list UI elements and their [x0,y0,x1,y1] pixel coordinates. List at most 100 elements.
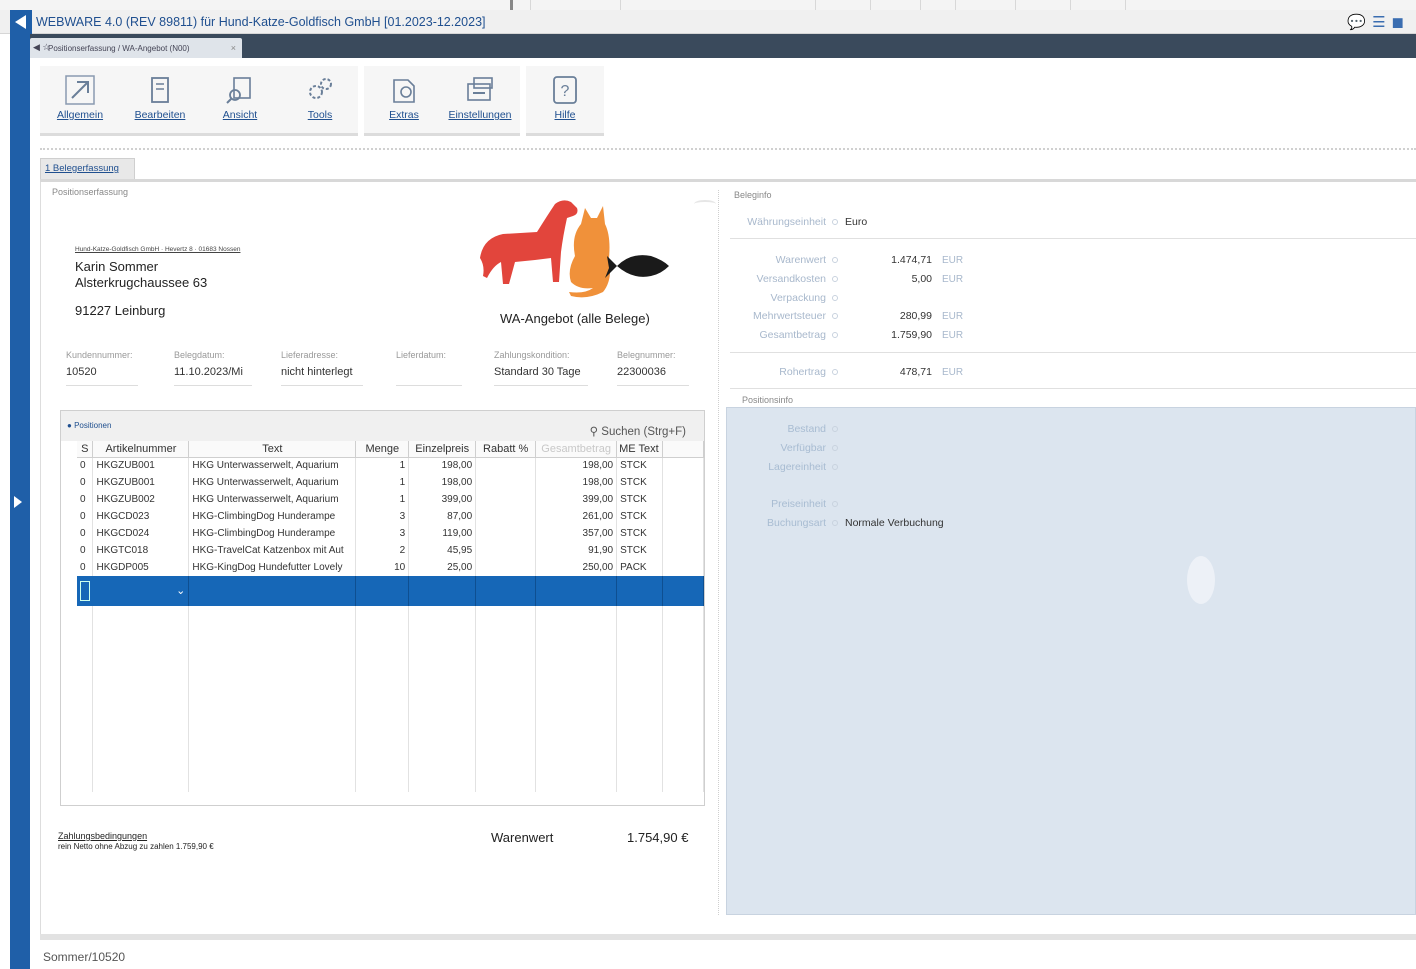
cell-gesamt[interactable]: 399,00 [535,491,618,508]
cell-me[interactable]: STCK [616,525,664,542]
table-row[interactable]: 0 HKGCD023 HKG-ClimbingDog Hunderampe 3 87,0… [77,508,704,525]
cell-rabatt[interactable] [475,559,537,576]
cell-gesamt[interactable]: 250,00 [535,559,618,576]
cell-preis[interactable]: 25,00 [408,559,477,576]
cell-rabatt[interactable] [475,542,537,559]
cell-me[interactable]: STCK [616,542,664,559]
cell-s[interactable]: 0 [77,525,94,542]
cell-preis[interactable]: 119,00 [408,525,477,542]
cell-rabatt[interactable] [475,474,537,491]
allgemein-button[interactable]: Allgemein [40,66,120,136]
cell-me[interactable]: STCK [616,474,664,491]
belegnummer-field[interactable]: Belegnummer: 22300036 [617,350,689,386]
cell-preis[interactable]: 198,00 [408,457,477,474]
new-entry-cell[interactable] [662,576,704,606]
col-header-text[interactable]: Text [188,441,357,458]
cell-rabatt[interactable] [475,457,537,474]
cell-gesamt[interactable]: 198,00 [535,474,618,491]
list-icon[interactable]: ☰ [1372,14,1391,31]
new-entry-row[interactable]: ⌄ [77,576,704,606]
collapse-handle[interactable] [694,200,716,208]
col-header-artikelnummer[interactable]: Artikelnummer [92,441,190,458]
table-row[interactable]: 0 HKGTC018 HKG-TravelCat Katzenbox mit Aut… [77,542,704,559]
cell-text[interactable]: HKG-ClimbingDog Hunderampe [188,525,357,542]
cell-me[interactable]: STCK [616,457,664,474]
tools-button[interactable]: Tools [280,66,360,136]
cell-me[interactable]: STCK [616,491,664,508]
belegdatum-field[interactable]: Belegdatum: 11.10.2023/Mi [174,350,252,386]
cell-s[interactable]: 0 [77,491,94,508]
table-row[interactable]: 0 HKGZUB002 HKG Unterwasserwelt, Aquarium 1… [77,491,704,508]
new-entry-cell[interactable] [355,576,410,606]
artikelnummer-input[interactable]: ⌄ [77,576,190,606]
table-row[interactable]: 0 HKGZUB001 HKG Unterwasserwelt, Aquarium 1… [77,474,704,491]
tab-belegerfassung[interactable]: 1 Belegerfassung [40,158,135,180]
cell-menge[interactable]: 1 [355,491,410,508]
cell-menge[interactable]: 10 [355,559,410,576]
col-header-me-text[interactable]: ME Text [616,441,664,458]
col-header-rabatt[interactable]: Rabatt % [475,441,537,458]
cell-me[interactable]: PACK [616,559,664,576]
extras-button[interactable]: Extras [364,66,444,136]
cell-text[interactable]: HKG-TravelCat Katzenbox mit Aut [188,542,357,559]
cell-rabatt[interactable] [475,508,537,525]
cell-text[interactable]: HKG Unterwasserwelt, Aquarium [188,457,357,474]
cell-rabatt[interactable] [475,525,537,542]
close-icon[interactable]: × [231,43,236,53]
cell-text[interactable]: HKG Unterwasserwelt, Aquarium [188,474,357,491]
cell-gesamt[interactable]: 261,00 [535,508,618,525]
cell-menge[interactable]: 1 [355,474,410,491]
back-button[interactable] [10,10,32,34]
cell-art[interactable]: HKGCD023 [92,508,190,525]
cell-s[interactable]: 0 [77,542,94,559]
text-cursor[interactable] [80,581,90,601]
chat-icon[interactable]: 💬 [1347,14,1372,31]
cell-gesamt[interactable]: 198,00 [535,457,618,474]
cell-rabatt[interactable] [475,491,537,508]
cell-gesamt[interactable]: 91,90 [535,542,618,559]
einstellungen-button[interactable]: Einstellungen [440,66,520,136]
table-row[interactable]: 0 HKGDP005 HKG-KingDog Hundefutter Lovely 1… [77,559,704,576]
cell-art[interactable]: HKGTC018 [92,542,190,559]
col-header-s[interactable]: S [77,441,94,458]
ansicht-button[interactable]: Ansicht [200,66,280,136]
cell-art[interactable]: HKGZUB002 [92,491,190,508]
cell-preis[interactable]: 198,00 [408,474,477,491]
cell-s[interactable]: 0 [77,508,94,525]
new-entry-cell[interactable] [616,576,664,606]
cell-menge[interactable]: 3 [355,508,410,525]
cell-me[interactable]: STCK [616,508,664,525]
zahlungsbedingungen-link[interactable]: Zahlungsbedingungen [58,831,147,841]
cell-art[interactable]: HKGCD024 [92,525,190,542]
cell-art[interactable]: HKGZUB001 [92,474,190,491]
cell-s[interactable]: 0 [77,457,94,474]
chevron-down-icon[interactable]: ⌄ [176,584,185,597]
cell-s[interactable]: 0 [77,474,94,491]
panel-separator[interactable] [718,190,719,915]
tab-arrow-icon[interactable]: ◀ ☆ [33,42,51,53]
cell-s[interactable]: 0 [77,559,94,576]
col-header-menge[interactable]: Menge [355,441,410,458]
window-icon[interactable]: ◼ [1392,14,1410,31]
expand-arrow-icon[interactable] [14,496,22,508]
bearbeiten-button[interactable]: Bearbeiten [120,66,200,136]
lieferadresse-field[interactable]: Lieferadresse: nicht hinterlegt [281,350,363,386]
zahlungskondition-field[interactable]: Zahlungskondition: Standard 30 Tage [494,350,588,386]
cell-text[interactable]: HKG Unterwasserwelt, Aquarium [188,491,357,508]
cell-gesamt[interactable]: 357,00 [535,525,618,542]
tab-positionserfassung[interactable]: ◀ ☆ Positionserfassung / WA-Angebot (N00… [30,38,242,58]
kundennummer-field[interactable]: Kundennummer: 10520 [66,350,138,386]
table-row[interactable]: 0 HKGZUB001 HKG Unterwasserwelt, Aquarium 1… [77,457,704,474]
cell-text[interactable]: HKG-ClimbingDog Hunderampe [188,508,357,525]
new-entry-cell[interactable] [408,576,477,606]
hilfe-button[interactable]: ? Hilfe [526,66,604,136]
search-field[interactable]: ⚲ Suchen (Strg+F) [590,424,686,438]
table-row[interactable]: 0 HKGCD024 HKG-ClimbingDog Hunderampe 3 119,… [77,525,704,542]
new-entry-cell[interactable] [535,576,618,606]
cell-preis[interactable]: 45,95 [408,542,477,559]
cell-menge[interactable]: 1 [355,457,410,474]
cell-preis[interactable]: 399,00 [408,491,477,508]
cell-text[interactable]: HKG-KingDog Hundefutter Lovely [188,559,357,576]
cell-art[interactable]: HKGZUB001 [92,457,190,474]
cell-menge[interactable]: 3 [355,525,410,542]
